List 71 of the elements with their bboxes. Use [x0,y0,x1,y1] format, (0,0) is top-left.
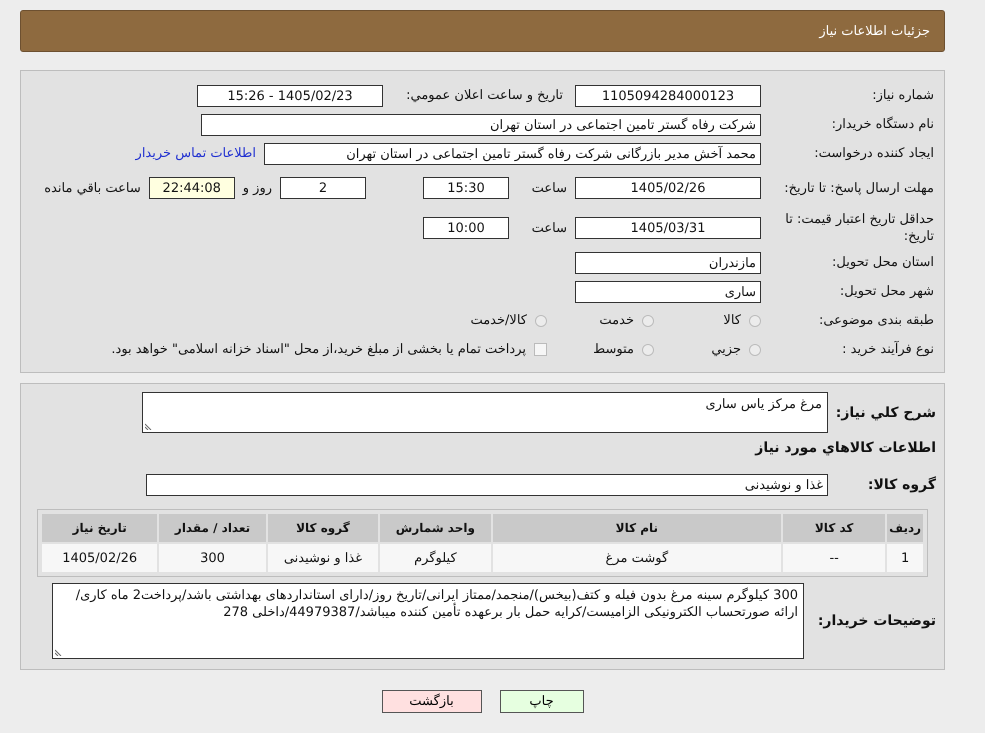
column-header: واحد شمارش [380,514,491,542]
field-label: تاريخ و ساعت اعلان عمومي: [405,88,563,103]
resize-grip-icon[interactable] [145,423,152,430]
radio-button[interactable] [642,314,654,326]
column-header: نام کالا [492,514,782,542]
creator-field: محمد آخش مدیر بازرگانی شرکت رفاه گستر تامین اجتماعی در استان تهران [264,142,761,164]
remaining-time-field: 22:44:08 [148,177,235,199]
validity-date-field: 1405/03/31 [575,217,761,239]
column-header: ردیف [887,514,923,542]
radio-button[interactable] [749,314,761,326]
description-textarea[interactable]: مرغ مرکز یاس ساری [142,392,828,433]
radio-button[interactable] [749,344,761,356]
option-label: جزيي [711,342,741,357]
option-label: خدمت [599,313,634,328]
days-label: روز و [242,180,272,196]
table-cell: گوشت مرغ [492,544,782,572]
action-button[interactable]: بازگشت [382,690,482,713]
remaining-label: ساعت باقي مانده [44,180,141,196]
field-label: مهلت ارسال پاسخ: تا تاريخ: [783,180,934,196]
page-title: جزئیات اطلاعات نیاز [819,24,930,38]
column-header: گروه کالا [268,514,378,542]
field-label: توضیحات خریدار: [816,613,936,629]
radio-button[interactable] [642,344,654,356]
checkbox[interactable] [534,343,547,356]
field-label: نام دستگاه خريدار: [830,116,934,133]
announce-date-field: 1405/02/23 - 15:26 [197,84,383,106]
option-control[interactable]: جزيي [664,342,761,357]
column-header: کد کالا [783,514,886,542]
field-label: استان محل تحویل: [831,254,934,271]
table-cell: 300 [159,544,266,572]
table-cell: 1405/02/26 [42,544,158,572]
action-button[interactable]: چاپ [500,690,584,713]
buyer-notes-text: 300 کیلوگرم سینه مرغ بدون فیله و کتف(بیخس)/منجمد/ممتاز ایرانی/تاریخ روز/دارای استانداردهای بهداشتی باشد/پرداخت2 ماه کاری/ارائه صورتحساب الکترونیکی الزامیست/کرایه حمل بار برعهده تأمین کننده میباشد/44979387/داخلی 278 [76,588,798,620]
column-header: تعداد / مقدار [159,514,266,542]
deadline-time-field: 15:30 [423,177,509,199]
days-field: 2 [280,177,366,199]
option-label: کالا [723,313,741,328]
buyer-contact-link[interactable]: اطلاعات تماس خريدار [136,146,256,161]
option-label: کالا/خدمت [470,313,527,328]
province-field: مازندران [575,252,761,274]
field-label: شرح کلي نياز: [836,404,936,420]
field-label: طبقه بندی موضوعی: [818,312,934,329]
field-label: شهر محل تحویل: [838,283,934,300]
table-cell: 1 [887,544,923,572]
buyer-field: شرکت رفاه گستر تامین اجتماعی در استان تهران [201,114,761,136]
option-control[interactable]: متوسط [557,342,654,357]
resize-grip-icon[interactable] [55,649,62,656]
radio-button[interactable] [535,314,547,326]
time-label: ساعت [530,220,567,236]
option-label: متوسط [593,342,634,357]
table-cell: غذا و نوشیدنی [268,544,378,572]
time-label: ساعت [530,180,567,196]
need-number-field: 1105094284000123 [575,84,761,106]
section-title: اطلاعات کالاهاي مورد نياز [755,440,936,456]
column-header: تاریخ نیاز [42,514,158,542]
option-control[interactable]: خدمت [557,313,654,328]
table-cell: -- [783,544,886,572]
field-label: شماره نیاز: [871,87,934,104]
buyer-notes-textarea[interactable] [52,583,804,659]
field-label: نوع فرآیند خرید : [841,341,934,358]
deadline-date-field: 1405/02/26 [575,177,761,199]
field-label: ايجاد كننده درخواست: [813,145,934,162]
field-label: حداقل تاريخ اعتبار قيمت: تا تاريخ: [784,211,934,245]
option-control[interactable]: کالا/خدمت [450,313,547,328]
group-field: غذا و نوشیدنی [146,474,828,496]
table-cell: کیلوگرم [380,544,491,572]
city-field: ساری [575,280,761,302]
validity-time-field: 10:00 [423,217,509,239]
description-text: مرغ مرکز یاس ساری [705,397,822,412]
field-label: گروه کالا: [866,476,936,492]
option-control[interactable]: کالا [664,313,761,328]
